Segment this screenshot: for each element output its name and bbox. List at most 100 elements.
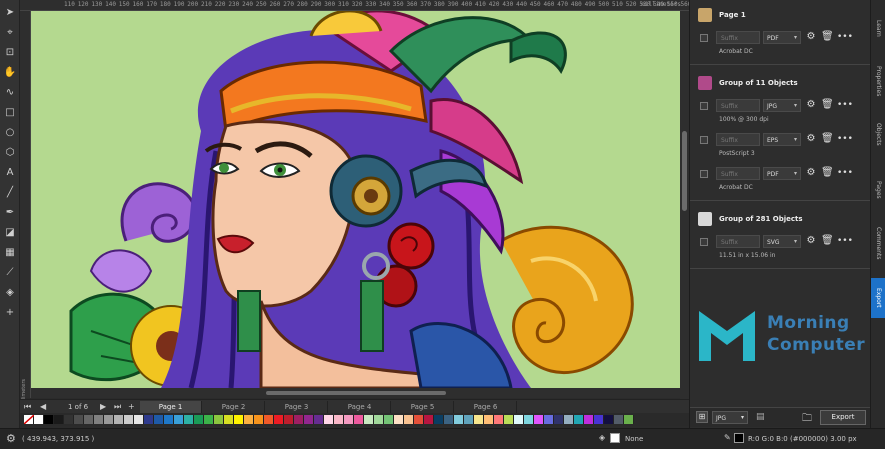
color-swatch[interactable] [44,415,54,424]
horizontal-scroll-thumb[interactable] [266,391,446,395]
export-settings-icon[interactable]: ▤ [756,412,765,422]
color-swatch[interactable] [584,415,594,424]
color-swatch[interactable] [294,415,304,424]
transparency-tool-icon[interactable]: ▦ [2,244,18,260]
color-swatch[interactable] [74,415,84,424]
vertical-scrollbar[interactable] [680,11,689,399]
color-swatch[interactable] [434,415,444,424]
color-swatch[interactable] [254,415,264,424]
color-swatch[interactable] [264,415,274,424]
docker-tab-export[interactable]: Export [871,278,885,318]
color-swatch[interactable] [534,415,544,424]
gear-icon[interactable]: ⚙ [805,31,817,43]
color-swatch[interactable] [234,415,244,424]
suffix-input[interactable]: Suffix [716,235,760,248]
color-swatch[interactable] [544,415,554,424]
color-swatch[interactable] [124,415,134,424]
color-swatch[interactable] [84,415,94,424]
color-swatch[interactable] [274,415,284,424]
gear-icon[interactable]: ⚙ [805,133,817,145]
ellipsis-icon[interactable]: ••• [837,99,853,111]
color-swatch[interactable] [144,415,154,424]
outline-pen-icon[interactable]: ✎ [724,433,731,442]
trash-icon[interactable]: 🗑 [821,235,834,247]
first-page-button[interactable]: ⏮ [24,402,31,412]
color-swatch[interactable] [574,415,584,424]
color-swatch[interactable] [114,415,124,424]
docker-tab-properties[interactable]: Properties [871,58,885,104]
ellipse-tool-icon[interactable]: ○ [2,124,18,140]
color-swatch[interactable] [374,415,384,424]
export-format-select[interactable]: JPG ▾ [712,411,748,424]
color-swatch[interactable] [394,415,404,424]
gear-icon[interactable]: ⚙ [805,235,817,247]
color-swatch[interactable] [64,415,74,424]
color-swatch[interactable] [514,415,524,424]
export-checkbox[interactable] [700,170,708,178]
color-swatch[interactable] [624,415,634,424]
color-swatch[interactable] [324,415,334,424]
page-tab[interactable]: Page 1 [140,401,202,413]
outline-swatch[interactable] [734,433,744,443]
color-swatch[interactable] [34,415,44,424]
export-checkbox[interactable] [700,102,708,110]
color-swatch[interactable] [304,415,314,424]
page-tab[interactable]: Page 4 [329,401,391,413]
ellipsis-icon[interactable]: ••• [837,235,853,247]
export-checkbox[interactable] [700,34,708,42]
fill-indicator-icon[interactable]: ◈ [599,433,605,442]
polygon-tool-icon[interactable]: ⬡ [2,144,18,160]
ellipsis-icon[interactable]: ••• [837,31,853,43]
color-swatch[interactable] [614,415,624,424]
suffix-input[interactable]: Suffix [716,167,760,180]
gear-icon[interactable]: ⚙ [805,99,817,111]
color-swatch[interactable] [564,415,574,424]
rectangle-tool-icon[interactable]: □ [2,104,18,120]
color-swatch[interactable] [364,415,374,424]
export-button[interactable]: Export [820,410,866,425]
fill-tool-icon[interactable]: ◈ [2,284,18,300]
vertical-scroll-thumb[interactable] [682,131,687,211]
color-swatch[interactable] [94,415,104,424]
docker-tab-objects[interactable]: Objects [871,112,885,156]
node-tool-icon[interactable]: ⌖ [2,24,18,40]
format-select[interactable]: PDF ▾ [763,167,801,180]
suffix-input[interactable]: Suffix [716,133,760,146]
page-tab[interactable]: Page 6 [455,401,517,413]
color-swatch[interactable] [204,415,214,424]
previous-page-button[interactable]: ◀ [40,402,46,411]
ellipsis-icon[interactable]: ••• [837,167,853,179]
color-swatch[interactable] [494,415,504,424]
color-swatch[interactable] [504,415,514,424]
color-swatch[interactable] [604,415,614,424]
color-swatch[interactable] [334,415,344,424]
color-swatch[interactable] [454,415,464,424]
color-swatch[interactable] [354,415,364,424]
crop-tool-icon[interactable]: ⊡ [2,44,18,60]
color-swatch[interactable] [314,415,324,424]
color-swatch[interactable] [104,415,114,424]
trash-icon[interactable]: 🗑 [821,31,834,43]
pen-tool-icon[interactable]: ✒ [2,204,18,220]
format-select[interactable]: EPS ▾ [763,133,801,146]
color-swatch[interactable] [424,415,434,424]
color-swatch[interactable] [284,415,294,424]
color-swatch[interactable] [524,415,534,424]
pick-tool-icon[interactable]: ➤ [2,4,18,20]
freehand-tool-icon[interactable]: ∿ [2,84,18,100]
color-swatch[interactable] [154,415,164,424]
color-swatch[interactable] [474,415,484,424]
docker-tab-comments[interactable]: Comments [871,218,885,268]
color-swatch[interactable] [174,415,184,424]
docker-tab-pages[interactable]: Pages [871,170,885,210]
drawing-canvas[interactable] [31,11,680,388]
color-swatch[interactable] [464,415,474,424]
gear-icon[interactable]: ⚙ [805,167,817,179]
export-checkbox[interactable] [700,238,708,246]
color-swatch[interactable] [184,415,194,424]
trash-icon[interactable]: 🗑 [821,99,834,111]
color-swatch[interactable] [444,415,454,424]
color-swatch[interactable] [54,415,64,424]
add-tool-icon[interactable]: + [2,304,18,320]
trash-icon[interactable]: 🗑 [821,167,834,179]
